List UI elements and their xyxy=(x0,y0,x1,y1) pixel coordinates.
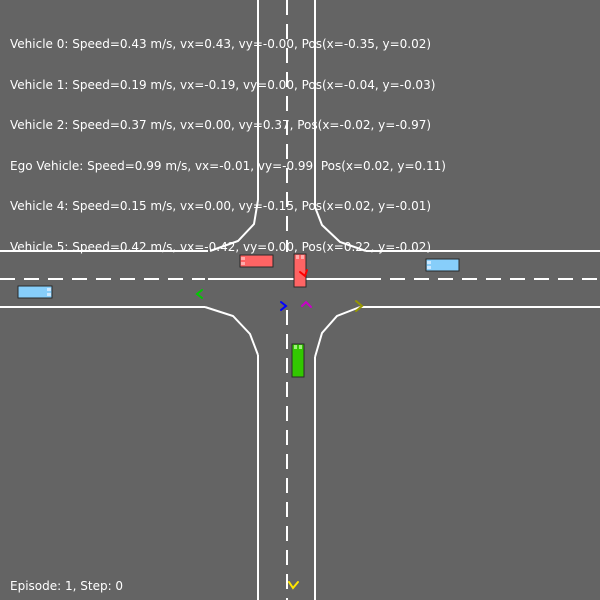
status-line-vehicle-1: Vehicle 1: Speed=0.19 m/s, vx=-0.19, vy=… xyxy=(10,77,436,92)
status-line-ego-vehicle: Ego Vehicle: Speed=0.99 m/s, vx=-0.01, v… xyxy=(10,158,446,173)
vehicle-status-panel: Vehicle 0: Speed=0.43 m/s, vx=0.43, vy=-… xyxy=(10,11,446,268)
status-line-vehicle-2: Vehicle 2: Speed=0.37 m/s, vx=0.00, vy=0… xyxy=(10,118,432,132)
episode-step-label: Episode: 1, Step: 0 xyxy=(10,579,124,593)
ego-vehicle xyxy=(291,343,305,378)
vehicle-blue-west xyxy=(17,285,53,299)
status-line-vehicle-0: Vehicle 0: Speed=0.43 m/s, vx=0.43, vy=-… xyxy=(10,37,432,51)
status-line-vehicle-4: Vehicle 4: Speed=0.15 m/s, vx=0.00, vy=-… xyxy=(10,199,432,213)
status-line-vehicle-5: Vehicle 5: Speed=0.42 m/s, vx=-0.42, vy=… xyxy=(10,239,432,254)
